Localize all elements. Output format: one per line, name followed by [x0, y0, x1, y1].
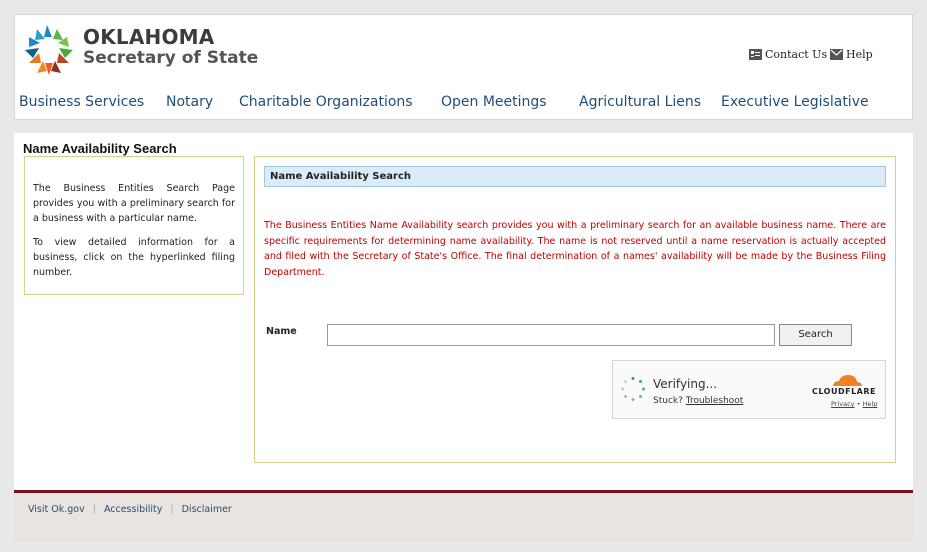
help-link-small[interactable]: Help: [863, 400, 878, 408]
contact-us-label: Contact Us: [765, 48, 828, 61]
footer-link-accessibility[interactable]: Accessibility: [104, 504, 162, 515]
brand-title: OKLAHOMA: [83, 25, 215, 49]
help-link[interactable]: Help: [830, 48, 873, 61]
name-input[interactable]: [327, 324, 775, 346]
cloudflare-turnstile-widget[interactable]: Verifying... Stuck? Troubleshoot CLOUDFL…: [612, 360, 886, 419]
help-icon: [830, 49, 843, 60]
panel-title: Name Availability Search: [264, 166, 886, 187]
site-header: OKLAHOMA Secretary of State Contact Us H…: [14, 14, 913, 120]
sidebar-paragraph: To view detailed information for a busin…: [33, 237, 235, 278]
search-button[interactable]: Search: [779, 324, 852, 346]
nav-agricultural-liens[interactable]: Agricultural Liens: [579, 94, 701, 110]
nav-business-services[interactable]: Business Services: [19, 94, 144, 110]
nav-executive-legislative[interactable]: Executive Legislative: [721, 94, 869, 110]
availability-notice: The Business Entities Name Availability …: [264, 220, 886, 278]
search-panel: Name Availability Search The Business En…: [254, 156, 896, 463]
oklahoma-logo-icon[interactable]: [19, 23, 79, 79]
footer-separator: |: [92, 504, 96, 515]
sidebar-info: The Business Entities Search Page provid…: [24, 156, 244, 295]
spinner-icon: [621, 377, 645, 401]
site-footer: Visit Ok.gov | Accessibility | Disclaime…: [14, 490, 913, 541]
cloudflare-links: Privacy • Help: [831, 400, 877, 408]
troubleshoot-link[interactable]: Troubleshoot: [686, 396, 744, 406]
footer-separator: |: [170, 504, 174, 515]
footer-link-disclaimer[interactable]: Disclaimer: [182, 504, 232, 515]
help-label: Help: [846, 48, 873, 61]
brand-subtitle: Secretary of State: [83, 48, 259, 68]
content-area: Name Availability Search The Business En…: [14, 133, 913, 490]
verifying-status: Verifying...: [653, 377, 718, 391]
footer-link-visit-okgov[interactable]: Visit Ok.gov: [28, 504, 85, 515]
cloudflare-brand: CLOUDFLARE: [812, 387, 876, 396]
link-separator: •: [856, 400, 861, 408]
stuck-label: Stuck?: [653, 396, 683, 406]
sidebar-paragraph: The Business Entities Search Page provid…: [33, 183, 235, 224]
privacy-link[interactable]: Privacy: [831, 400, 855, 408]
nav-charitable-organizations[interactable]: Charitable Organizations: [239, 94, 413, 110]
page-title: Name Availability Search: [23, 141, 177, 156]
contact-icon: [749, 49, 762, 60]
footer-links: Visit Ok.gov | Accessibility | Disclaime…: [28, 504, 232, 515]
nav-notary[interactable]: Notary: [166, 94, 213, 110]
stuck-text: Stuck? Troubleshoot: [653, 396, 743, 406]
contact-us-link[interactable]: Contact Us: [749, 48, 827, 61]
page: OKLAHOMA Secretary of State Contact Us H…: [0, 0, 927, 552]
nav-open-meetings[interactable]: Open Meetings: [441, 94, 547, 110]
name-label: Name: [266, 326, 297, 337]
